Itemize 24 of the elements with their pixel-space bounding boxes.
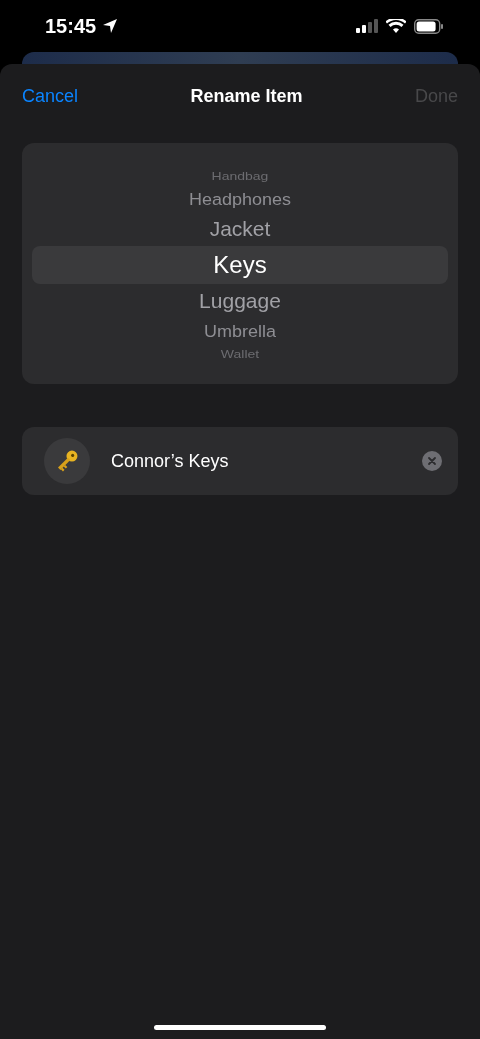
signal-icon [356, 19, 378, 33]
wifi-icon [386, 19, 406, 33]
picker-selection[interactable]: Keys [32, 246, 448, 284]
status-time: 15:45 [45, 14, 97, 38]
name-input[interactable]: Connor’s Keys [109, 449, 422, 473]
picker-option: Handbag [211, 170, 269, 182]
picker-option: Jacket [209, 217, 271, 241]
picker-row[interactable]: Luggage [32, 284, 448, 318]
close-icon [427, 456, 437, 466]
picker-wheel[interactable]: Handbag Headphones Jacket Keys Luggage Umbrella Wallet [22, 143, 458, 384]
name-field[interactable]: Connor’s Keys [22, 427, 458, 495]
picker-option: Headphones [188, 189, 292, 209]
picker-option: Luggage [199, 289, 281, 313]
picker-option: Wallet [220, 348, 260, 360]
picker-row[interactable]: Jacket [32, 212, 448, 246]
cancel-button[interactable]: Cancel [22, 85, 79, 107]
battery-icon [414, 18, 444, 34]
picker-row[interactable]: Umbrella [32, 318, 448, 344]
clear-button[interactable] [422, 451, 442, 471]
location-arrow-icon [102, 18, 119, 34]
picker-option: Keys [213, 251, 267, 279]
picker-row[interactable]: Headphones [32, 186, 448, 212]
sheet-title: Rename Item [190, 85, 303, 107]
picker-option: Umbrella [204, 321, 276, 341]
